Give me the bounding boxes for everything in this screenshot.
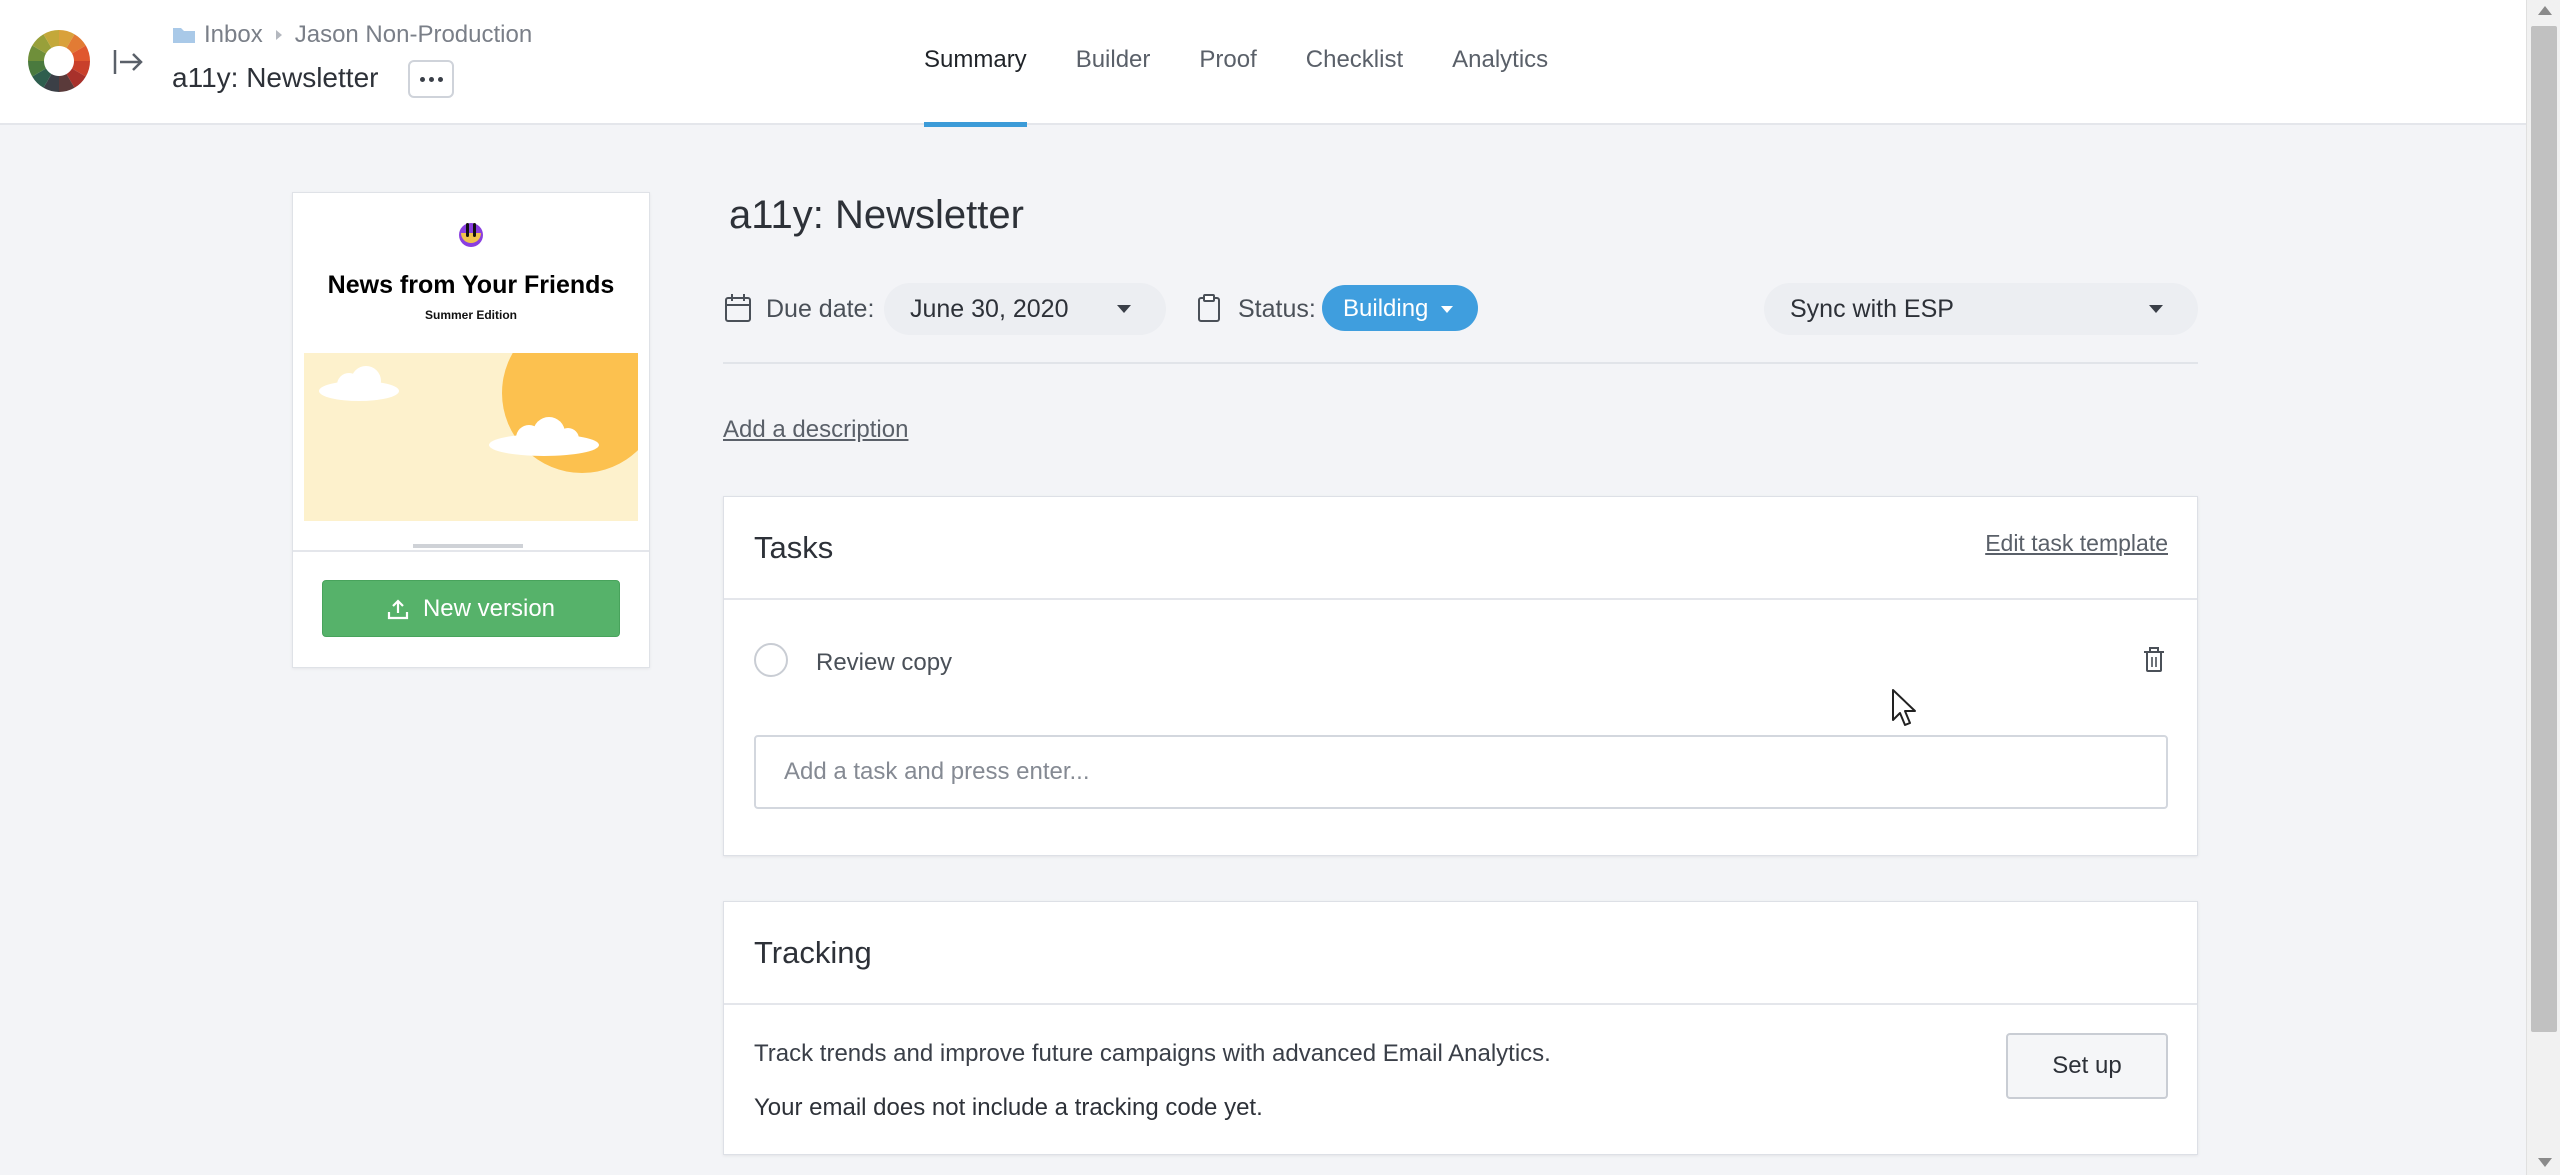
new-version-label: New version [422,594,556,622]
tracking-warning: Your email does not include a tracking c… [754,1094,1263,1121]
breadcrumb-inbox[interactable]: Inbox [204,21,263,49]
preview-footer-text [413,544,523,548]
main-nav: Summary Builder Proof Checklist Analytic… [924,0,1597,127]
tab-builder[interactable]: Builder [1076,0,1151,125]
caret-down-icon [2149,305,2163,313]
newsletter-logo-icon [459,223,483,247]
status-dropdown[interactable]: Building [1322,285,1478,331]
tracking-title: Tracking [754,935,872,970]
expand-sidebar-icon[interactable] [110,44,146,80]
caret-down-icon [1117,305,1131,313]
breadcrumb: Inbox Jason Non-Production [172,20,532,50]
dot [437,76,443,82]
task-item: Review copy [724,631,2197,691]
dot [428,76,434,82]
tab-summary[interactable]: Summary [924,0,1027,127]
status-value: Building [1343,295,1429,322]
due-date-picker[interactable]: June 30, 2020 [884,283,1166,335]
due-date-value: June 30, 2020 [910,295,1069,323]
email-thumbnail[interactable]: News from Your Friends Summer Edition [293,193,649,551]
divider [724,1003,2197,1005]
top-bar: Inbox Jason Non-Production a11y: Newslet… [0,0,2526,127]
tab-proof[interactable]: Proof [1199,0,1256,125]
page-title: a11y: Newsletter [729,193,1024,237]
meta-row: Due date: June 30, 2020 Status: Building… [724,283,2198,335]
chevron-right-icon [275,30,282,40]
new-version-button[interactable]: New version [322,580,620,637]
email-preview-card: News from Your Friends Summer Edition Ne… [292,192,650,668]
tab-analytics[interactable]: Analytics [1452,0,1548,125]
sync-esp-select[interactable]: Sync with ESP [1764,283,2198,335]
task-label: Review copy [816,649,953,676]
more-options-button[interactable] [408,60,454,98]
preview-subheadline: Summer Edition [424,308,517,322]
folder-icon [173,28,195,43]
scrollbar-thumb[interactable] [2531,26,2557,1032]
app-logo[interactable] [27,29,91,93]
task-checkbox[interactable] [754,643,788,677]
tab-checklist[interactable]: Checklist [1306,0,1403,125]
breadcrumb-folder[interactable]: Jason Non-Production [295,21,532,49]
set-up-button[interactable]: Set up [2006,1033,2168,1099]
trash-icon[interactable] [2143,647,2165,673]
document-title: a11y: Newsletter [172,62,379,93]
tasks-panel: Tasks Edit task template Review copy [723,496,2198,856]
calendar-icon [725,294,751,322]
vertical-scrollbar[interactable] [2526,0,2560,1175]
add-task-input[interactable] [754,735,2168,809]
status-label: Status: [1238,295,1316,323]
caret-down-icon [1441,306,1453,313]
scroll-up-arrow-icon[interactable] [2538,6,2552,15]
preview-illustration [304,353,638,521]
sync-esp-value: Sync with ESP [1790,295,1954,323]
divider [293,550,649,552]
edit-task-template-link[interactable]: Edit task template [1985,530,2168,557]
divider [724,598,2197,600]
divider [723,362,2198,364]
scroll-down-arrow-icon[interactable] [2538,1158,2552,1167]
tasks-title: Tasks [754,530,834,565]
clipboard-icon [1198,294,1220,322]
preview-headline: News from Your Friends [327,271,615,299]
add-description-link[interactable]: Add a description [723,416,908,444]
upload-icon [387,598,409,619]
due-date-label: Due date: [766,295,875,323]
tracking-panel: Tracking Track trends and improve future… [723,901,2198,1155]
tracking-description: Track trends and improve future campaign… [754,1040,1551,1067]
dot [419,76,425,82]
